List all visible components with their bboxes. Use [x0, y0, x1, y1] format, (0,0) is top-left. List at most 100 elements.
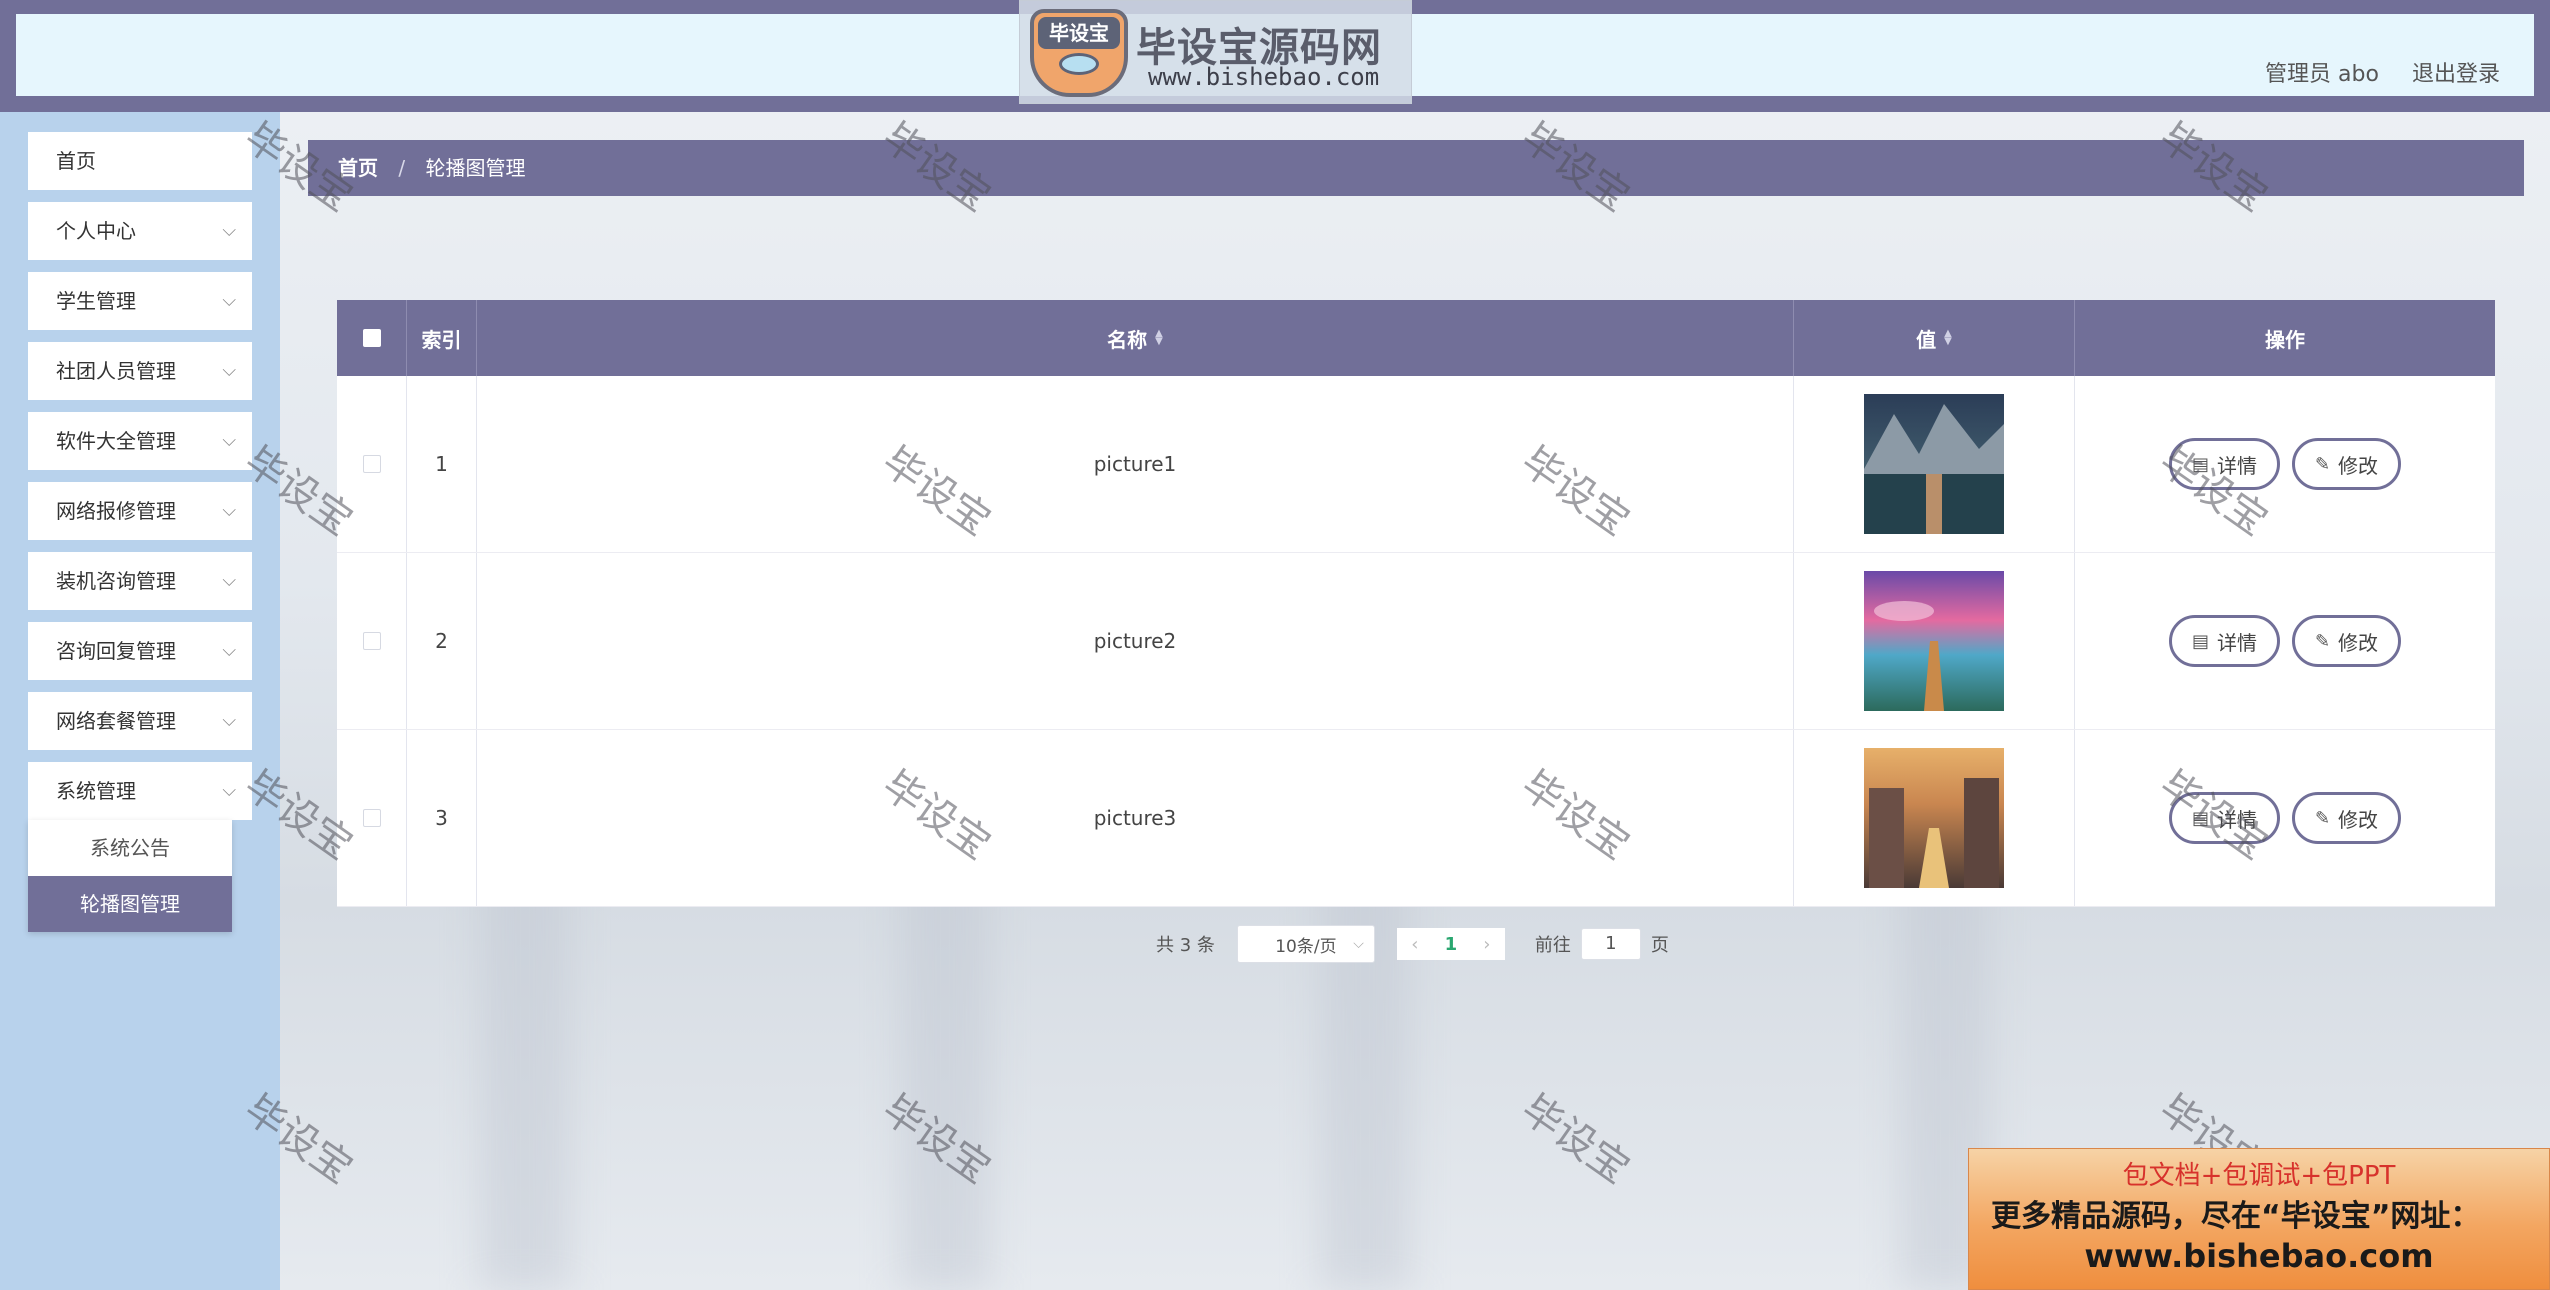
- next-page-icon[interactable]: ›: [1469, 934, 1505, 955]
- sidebar-item-label: 装机咨询管理: [56, 569, 176, 593]
- promo-banner[interactable]: 包文档+包调试+包PPT 更多精品源码，尽在“毕设宝”网址： www.bishe…: [1968, 1148, 2550, 1290]
- sidebar-item-network-package[interactable]: 网络套餐管理 ⌵: [28, 692, 252, 750]
- header-checkbox-cell: [337, 300, 407, 376]
- sidebar-item-club-members[interactable]: 社团人员管理 ⌵: [28, 342, 252, 400]
- pencil-icon: ✎: [2314, 453, 2331, 475]
- row-checkbox[interactable]: [362, 809, 381, 827]
- submenu-item-notice[interactable]: 系统公告: [28, 820, 232, 876]
- edit-button-label: 修改: [2338, 630, 2379, 655]
- breadcrumb: 首页 / 轮播图管理: [308, 140, 2524, 196]
- row-actions: ▤ 详情 ✎ 修改: [2075, 730, 2495, 906]
- row-checkbox[interactable]: [362, 455, 381, 473]
- row-checkbox[interactable]: [362, 632, 381, 650]
- edit-button[interactable]: ✎ 修改: [2291, 615, 2402, 667]
- pencil-icon: ✎: [2314, 630, 2331, 652]
- header-value[interactable]: 值 ▲ ▼: [1794, 300, 2075, 376]
- detail-button[interactable]: ▤ 详情: [2168, 615, 2280, 667]
- watermark: 毕设宝: [1512, 1086, 1638, 1193]
- detail-button-label: 详情: [2216, 630, 2257, 655]
- table-header: 索引 名称 ▲ ▼ 值 ▲ ▼ 操作: [337, 300, 2495, 376]
- logo-badge-text: 毕设宝: [1038, 17, 1120, 49]
- logo-url: www.bishebao.com: [1148, 63, 1380, 91]
- sidebar-item-label: 网络套餐管理: [56, 709, 176, 733]
- chevron-down-icon: ⌵: [222, 220, 236, 241]
- detail-button[interactable]: ▤ 详情: [2168, 438, 2280, 490]
- document-icon: ▤: [2191, 453, 2209, 475]
- sidebar-item-label: 首页: [56, 149, 96, 173]
- row-name: picture1: [477, 376, 1794, 552]
- sidebar-item-home[interactable]: 首页: [28, 132, 252, 190]
- select-all-checkbox[interactable]: [362, 329, 381, 347]
- breadcrumb-current: 轮播图管理: [425, 156, 526, 180]
- promo-message: 更多精品源码，尽在“毕设宝”网址：: [1991, 1199, 2481, 1234]
- row-name: picture2: [477, 553, 1794, 729]
- sidebar-item-software[interactable]: 软件大全管理 ⌵: [28, 412, 252, 470]
- row-index: 3: [407, 730, 477, 906]
- sort-icon[interactable]: ▲ ▼: [1944, 329, 1952, 347]
- pagination-total: 共 3 条: [1156, 935, 1215, 956]
- logo-eye: [1059, 53, 1099, 75]
- table-row: 2 picture2 ▤ 详情 ✎ 修改: [337, 553, 2495, 730]
- row-actions: ▤ 详情 ✎ 修改: [2075, 553, 2495, 729]
- sidebar-item-consult-reply[interactable]: 咨询回复管理 ⌵: [28, 622, 252, 680]
- carousel-image-thumbnail[interactable]: [1864, 748, 2004, 888]
- sidebar-item-network-repair[interactable]: 网络报修管理 ⌵: [28, 482, 252, 540]
- row-name: picture3: [477, 730, 1794, 906]
- logo-mascot-icon: 毕设宝: [1030, 9, 1128, 97]
- table-row: 1 picture1 ▤ 详情 ✎ 修改: [337, 376, 2495, 553]
- chevron-down-icon: ⌵: [222, 360, 236, 381]
- pagination: 共 3 条 10条/页 ⌵ ‹ 1 › 前往 1 页: [1156, 924, 1669, 964]
- logout-button[interactable]: 退出登录: [2412, 56, 2500, 88]
- site-logo: 毕设宝 毕设宝源码网 www.bishebao.com: [1019, 0, 1412, 104]
- pencil-icon: ✎: [2314, 807, 2331, 829]
- sidebar-item-students[interactable]: 学生管理 ⌵: [28, 272, 252, 330]
- document-icon: ▤: [2191, 630, 2209, 652]
- chevron-down-icon: ⌵: [222, 570, 236, 591]
- header-index-label: 索引: [421, 327, 462, 352]
- row-value: [1794, 553, 2075, 729]
- carousel-image-thumbnail[interactable]: [1864, 571, 2004, 711]
- edit-button-label: 修改: [2338, 807, 2379, 832]
- sidebar-item-install-consult[interactable]: 装机咨询管理 ⌵: [28, 552, 252, 610]
- breadcrumb-separator: /: [398, 156, 406, 180]
- sidebar-item-personal-center[interactable]: 个人中心 ⌵: [28, 202, 252, 260]
- header-name-label: 名称: [1107, 327, 1148, 352]
- row-value: [1794, 376, 2075, 552]
- edit-button[interactable]: ✎ 修改: [2291, 792, 2402, 844]
- detail-button-label: 详情: [2216, 453, 2257, 478]
- chevron-down-icon: ⌵: [222, 500, 236, 521]
- sort-icon[interactable]: ▲ ▼: [1155, 329, 1163, 347]
- chevron-down-icon: ⌵: [222, 430, 236, 451]
- chevron-down-icon: ⌵: [222, 710, 236, 731]
- header-actions-label: 操作: [2265, 327, 2305, 352]
- chevron-down-icon: ⌵: [222, 780, 236, 801]
- submenu-item-carousel[interactable]: 轮播图管理: [28, 876, 232, 932]
- breadcrumb-home[interactable]: 首页: [338, 156, 378, 180]
- sidebar-item-system[interactable]: 系统管理 ⌵: [28, 762, 252, 820]
- prev-page-icon[interactable]: ‹: [1397, 934, 1433, 955]
- promo-tagline: 包文档+包调试+包PPT: [2122, 1161, 2396, 1191]
- row-index: 2: [407, 553, 477, 729]
- header-value-label: 值: [1916, 327, 1937, 352]
- page-suffix: 页: [1650, 935, 1669, 956]
- header-name[interactable]: 名称 ▲ ▼: [477, 300, 1794, 376]
- detail-button-label: 详情: [2216, 807, 2257, 832]
- header-actions: 操作: [2075, 300, 2495, 376]
- system-submenu: 系统公告 轮播图管理: [28, 820, 232, 932]
- goto-label: 前往: [1534, 935, 1571, 956]
- page-size-select[interactable]: 10条/页 ⌵: [1236, 925, 1375, 963]
- page-number-current[interactable]: 1: [1433, 934, 1469, 955]
- current-user: 管理员 abo: [2265, 62, 2379, 87]
- goto-page-input[interactable]: 1: [1580, 928, 1641, 960]
- sidebar-item-label: 社团人员管理: [56, 359, 176, 383]
- carousel-image-thumbnail[interactable]: [1864, 394, 2004, 534]
- detail-button[interactable]: ▤ 详情: [2168, 792, 2280, 844]
- row-value: [1794, 730, 2075, 906]
- sidebar-item-label: 咨询回复管理: [56, 639, 176, 663]
- sidebar-item-label: 学生管理: [56, 289, 136, 313]
- document-icon: ▤: [2191, 807, 2209, 829]
- header-index: 索引: [407, 300, 477, 376]
- edit-button[interactable]: ✎ 修改: [2291, 438, 2402, 490]
- page-navigator: ‹ 1 ›: [1396, 928, 1505, 960]
- chevron-down-icon: ⌵: [1353, 936, 1364, 952]
